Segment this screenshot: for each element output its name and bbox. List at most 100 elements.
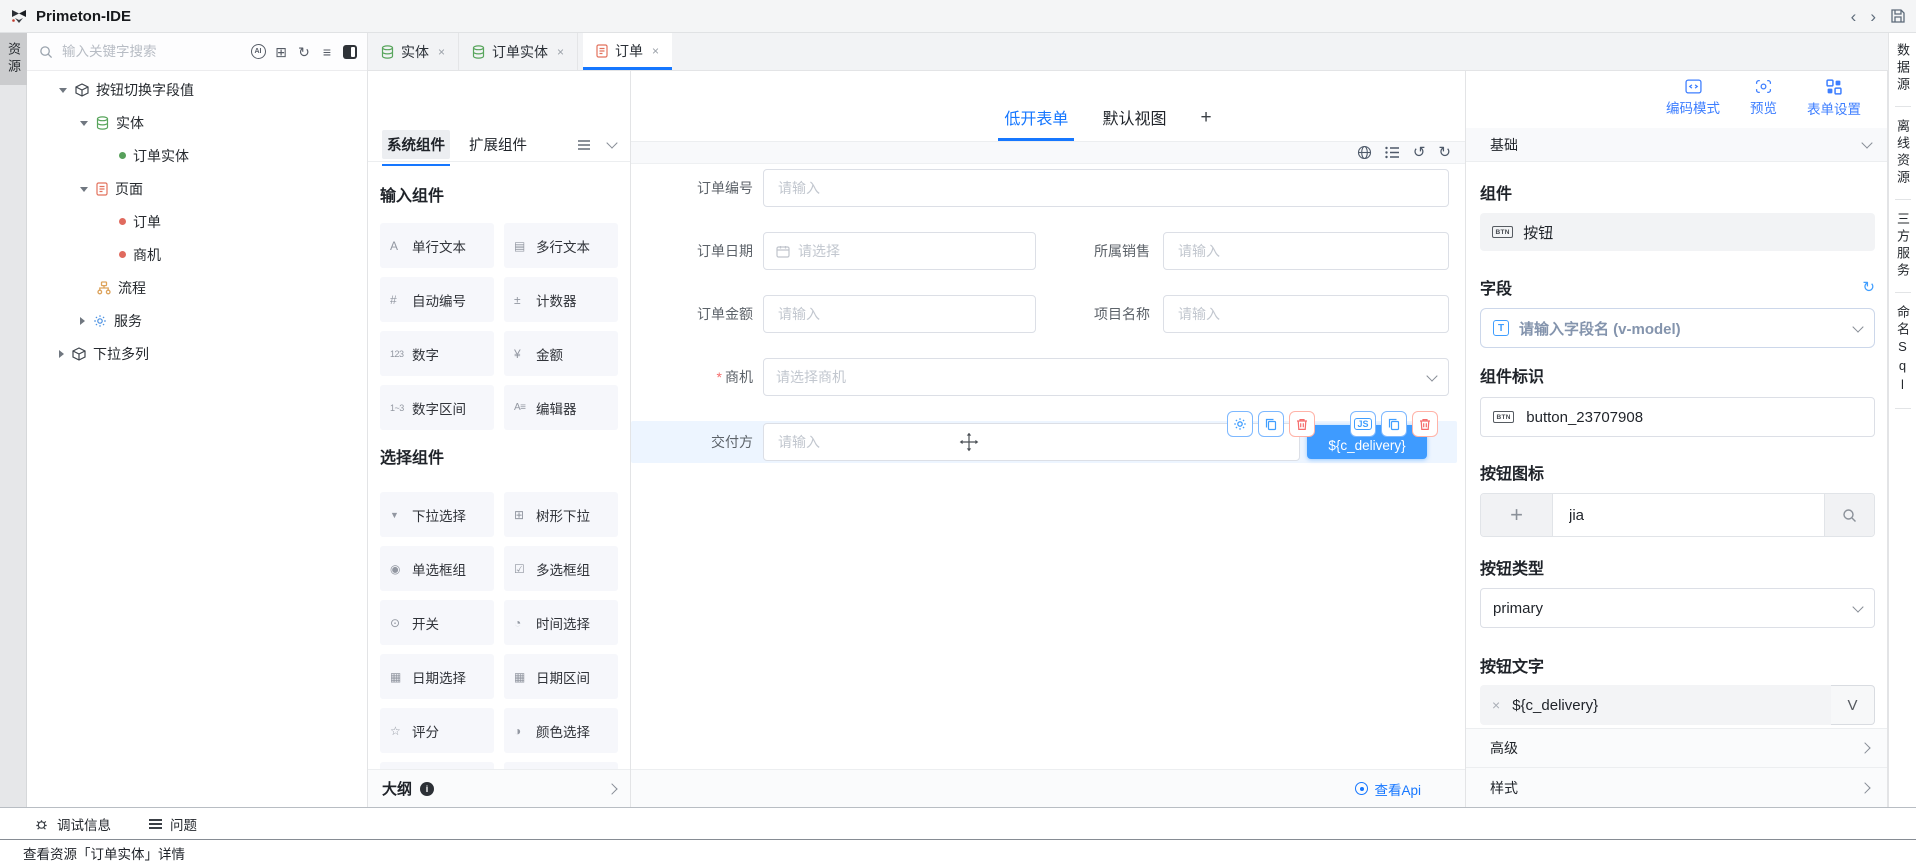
project-name-input[interactable] <box>1176 305 1436 323</box>
doc-tab-order-page[interactable]: 订单 × <box>583 33 672 70</box>
copy-button[interactable] <box>1258 411 1284 437</box>
icon-search-button[interactable] <box>1824 494 1874 536</box>
view-api-link[interactable]: 查看Api <box>1374 779 1421 799</box>
palette-item-counter[interactable]: ±计数器 <box>504 277 618 322</box>
tree-item-project[interactable]: 按钮切换字段值 <box>27 73 367 106</box>
amount-input[interactable] <box>776 305 1023 323</box>
palette-item-rating[interactable]: ☆评分 <box>380 708 494 753</box>
palette-item-checkbox-group[interactable]: ☑多选框组 <box>504 546 618 591</box>
strip-tab-third-party-services[interactable]: 三方服务 <box>1893 212 1912 280</box>
palette-tab-extension[interactable]: 扩展组件 <box>464 130 532 159</box>
palette-list-icon[interactable] <box>578 140 590 150</box>
strip-tab-datasource[interactable]: 数据源 <box>1893 43 1912 94</box>
move-cursor-icon[interactable] <box>957 431 981 460</box>
refresh-icon[interactable]: ↻ <box>295 43 313 61</box>
view-tab-default-view[interactable]: 默认视图 <box>1102 105 1166 141</box>
clear-icon[interactable]: × <box>1492 697 1500 713</box>
copy-button[interactable] <box>1381 411 1407 437</box>
add-view-button[interactable]: + <box>1200 107 1211 141</box>
button-type-select[interactable]: primary <box>1480 588 1875 628</box>
panel-toggle-icon[interactable] <box>341 43 359 61</box>
close-tab-icon[interactable]: × <box>652 44 659 58</box>
form-row-amount-project[interactable]: 订单金额 项目名称 <box>641 295 1449 333</box>
inspector-section-style[interactable]: 样式 <box>1466 767 1887 807</box>
chevron-down-icon[interactable] <box>606 137 617 148</box>
history-forward-icon[interactable]: › <box>1870 8 1876 25</box>
expand-down-icon[interactable] <box>59 88 67 93</box>
view-tab-lowcode-form[interactable]: 低开表单 <box>1004 105 1068 141</box>
palette-item-number[interactable]: 123数字 <box>380 331 494 376</box>
palette-item-clipped[interactable] <box>504 762 618 769</box>
settings-button[interactable] <box>1227 411 1253 437</box>
palette-item-date-picker[interactable]: ▦日期选择 <box>380 654 494 699</box>
palette-item-radio-group[interactable]: ◉单选框组 <box>380 546 494 591</box>
delivery-input[interactable] <box>776 433 1287 451</box>
tree-item-dropdown-multicol[interactable]: 下拉多列 <box>27 337 367 370</box>
button-icon-input[interactable] <box>1567 506 1810 525</box>
outline-tree-icon[interactable] <box>1385 146 1400 159</box>
doc-tab-entity[interactable]: 实体 × <box>368 33 459 70</box>
form-settings-button[interactable]: 表单设置 <box>1807 79 1861 118</box>
tree-item-process[interactable]: 流程 <box>27 271 367 304</box>
model-cube-icon[interactable]: ⊞ <box>272 43 290 61</box>
collapse-sort-icon[interactable]: ≡ <box>318 43 336 61</box>
plus-icon[interactable]: + <box>1481 494 1553 536</box>
palette-tab-system[interactable]: 系统组件 <box>382 130 450 159</box>
delete-button[interactable] <box>1412 411 1438 437</box>
form-row-delivery-selected[interactable]: 交付方 ${c_delivery} JS <box>631 421 1457 463</box>
tree-item-services[interactable]: 服务 <box>27 304 367 337</box>
refresh-field-icon[interactable]: ↻ <box>1862 280 1875 295</box>
strip-tab-offline-resources[interactable]: 离线资源 <box>1893 119 1912 187</box>
order-no-input[interactable] <box>776 179 1436 197</box>
i18n-globe-icon[interactable] <box>1357 145 1372 160</box>
identifier-input[interactable] <box>1524 408 1862 427</box>
expand-right-icon[interactable] <box>59 350 64 358</box>
palette-item-single-line-text[interactable]: A单行文本 <box>380 223 494 268</box>
undo-icon[interactable]: ↺ <box>1413 145 1426 160</box>
outline-bar[interactable]: 大纲 i <box>368 769 630 807</box>
preview-button[interactable]: 预览 <box>1750 79 1777 117</box>
order-date-picker[interactable]: 请选择 <box>763 232 1036 270</box>
expand-right-icon[interactable] <box>80 317 85 325</box>
tree-item-order-page[interactable]: 订单 <box>27 205 367 238</box>
inspector-section-basic[interactable]: 基础 <box>1466 128 1887 162</box>
palette-item-clipped[interactable] <box>380 762 494 769</box>
inspector-section-advanced[interactable]: 高级 <box>1466 728 1887 767</box>
strip-tab-named-sql[interactable]: 命名Sql <box>1893 305 1912 396</box>
palette-item-editor[interactable]: A≡编辑器 <box>504 385 618 430</box>
resources-strip-tab[interactable]: 资源 <box>0 33 27 85</box>
variable-picker-button[interactable]: V <box>1831 685 1875 725</box>
palette-item-auto-number[interactable]: #自动编号 <box>380 277 494 322</box>
sales-input[interactable] <box>1176 242 1436 260</box>
palette-item-time-picker[interactable]: ◔时间选择 <box>504 600 618 645</box>
ai-assistant-icon[interactable]: AI <box>249 43 267 61</box>
debug-info-tab[interactable]: 调试信息 <box>34 814 111 834</box>
tree-item-entities[interactable]: 实体 <box>27 106 367 139</box>
palette-item-dropdown[interactable]: ▼下拉选择 <box>380 492 494 537</box>
tree-item-opportunity-page[interactable]: 商机 <box>27 238 367 271</box>
problems-tab[interactable]: 问题 <box>149 814 197 834</box>
palette-item-tree-dropdown[interactable]: ⊞树形下拉 <box>504 492 618 537</box>
explorer-search-input[interactable] <box>60 43 244 60</box>
form-row-order-no[interactable]: 订单编号 <box>641 169 1449 207</box>
close-tab-icon[interactable]: × <box>438 45 445 59</box>
code-mode-button[interactable]: 编码模式 <box>1666 79 1720 117</box>
field-name-select[interactable]: T 请输入字段名 (v-model) <box>1480 308 1875 348</box>
palette-item-amount[interactable]: ¥金额 <box>504 331 618 376</box>
expand-down-icon[interactable] <box>80 187 88 192</box>
palette-item-date-range[interactable]: ▦日期区间 <box>504 654 618 699</box>
history-back-icon[interactable]: ‹ <box>1851 8 1857 25</box>
tree-item-pages[interactable]: 页面 <box>27 172 367 205</box>
form-row-opportunity[interactable]: *商机 请选择商机 <box>641 358 1449 396</box>
palette-item-number-range[interactable]: 1~3数字区间 <box>380 385 494 430</box>
expand-down-icon[interactable] <box>80 121 88 126</box>
close-tab-icon[interactable]: × <box>557 45 564 59</box>
tree-item-order-entity[interactable]: 订单实体 <box>27 139 367 172</box>
palette-item-multi-line-text[interactable]: ▤多行文本 <box>504 223 618 268</box>
doc-tab-order-entity[interactable]: 订单实体 × <box>459 33 578 70</box>
chevron-right-icon[interactable] <box>606 783 617 794</box>
palette-item-switch[interactable]: ⊙开关 <box>380 600 494 645</box>
save-icon[interactable] <box>1890 8 1906 24</box>
redo-icon[interactable]: ↻ <box>1438 145 1451 160</box>
opportunity-select[interactable]: 请选择商机 <box>763 358 1449 396</box>
